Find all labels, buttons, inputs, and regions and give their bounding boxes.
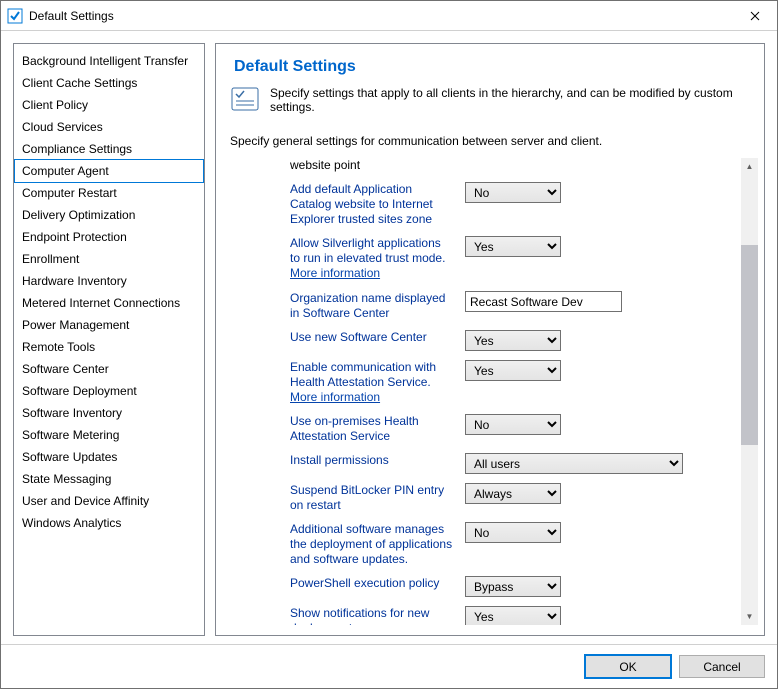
sidebar-item[interactable]: Enrollment [14,248,204,270]
scroll-thumb[interactable] [741,245,758,445]
sidebar-item[interactable]: User and Device Affinity [14,490,204,512]
setting-row: Install permissions All users [290,453,733,474]
dialog-footer: OK Cancel [1,644,777,688]
sidebar-item[interactable]: Client Cache Settings [14,72,204,94]
sidebar-item[interactable]: Client Policy [14,94,204,116]
sidebar-item[interactable]: Software Center [14,358,204,380]
more-info-link[interactable]: More information [290,266,380,280]
setting-label: Suspend BitLocker PIN entry on restart [290,483,465,513]
setting-label: Use new Software Center [290,330,465,345]
setting-row: Suspend BitLocker PIN entry on restart A… [290,483,733,513]
sidebar-item[interactable]: Software Updates [14,446,204,468]
settings-scroll-area: website point Add default Application Ca… [230,158,758,625]
health-attest-dropdown[interactable]: Yes [465,360,561,381]
cancel-button[interactable]: Cancel [679,655,765,678]
sidebar-item[interactable]: Delivery Optimization [14,204,204,226]
scroll-track[interactable] [741,175,758,608]
sidebar-item[interactable]: Hardware Inventory [14,270,204,292]
sidebar-item[interactable]: Compliance Settings [14,138,204,160]
sidebar-item[interactable]: Endpoint Protection [14,226,204,248]
scroll-down-icon[interactable]: ▼ [741,608,758,625]
setting-row: Add default Application Catalog website … [290,182,733,227]
settings-list: website point Add default Application Ca… [230,158,741,625]
section-header: Specify general settings for communicati… [230,134,758,148]
setting-label: Show notifications for new deployments [290,606,465,625]
powershell-policy-dropdown[interactable]: Bypass [465,576,561,597]
sidebar-item[interactable]: Metered Internet Connections [14,292,204,314]
install-permissions-dropdown[interactable]: All users [465,453,683,474]
sidebar-item-computer-agent[interactable]: Computer Agent [14,159,204,183]
sidebar-item[interactable]: Background Intelligent Transfer [14,50,204,72]
dialog-window: Default Settings Background Intelligent … [0,0,778,689]
setting-label: website point [290,158,465,173]
close-button[interactable] [732,1,777,30]
setting-label: Enable communication with Health Attesta… [290,360,465,405]
titlebar: Default Settings [1,1,777,31]
bitlocker-dropdown[interactable]: Always [465,483,561,504]
setting-row: Enable communication with Health Attesta… [290,360,733,405]
sidebar-item[interactable]: Remote Tools [14,336,204,358]
main-panel: Default Settings Specify settings that a… [215,43,765,636]
sidebar-item[interactable]: Cloud Services [14,116,204,138]
add-catalog-dropdown[interactable]: No [465,182,561,203]
scroll-up-icon[interactable]: ▲ [741,158,758,175]
category-sidebar[interactable]: Background Intelligent Transfer Client C… [13,43,205,636]
ok-button[interactable]: OK [585,655,671,678]
additional-sw-dropdown[interactable]: No [465,522,561,543]
setting-label: Additional software manages the deployme… [290,522,465,567]
setting-row: Use on-premises Health Attestation Servi… [290,414,733,444]
silverlight-dropdown[interactable]: Yes [465,236,561,257]
setting-row: Use new Software Center Yes [290,330,733,351]
setting-label: Organization name displayed in Software … [290,291,465,321]
show-notifications-dropdown[interactable]: Yes [465,606,561,625]
setting-row: Organization name displayed in Software … [290,291,733,321]
setting-row: website point [290,158,733,173]
onprem-health-dropdown[interactable]: No [465,414,561,435]
use-new-sc-dropdown[interactable]: Yes [465,330,561,351]
close-icon [750,11,760,21]
setting-label: PowerShell execution policy [290,576,465,591]
window-title: Default Settings [29,9,732,23]
sidebar-item[interactable]: State Messaging [14,468,204,490]
setting-label: Use on-premises Health Attestation Servi… [290,414,465,444]
setting-row: PowerShell execution policy Bypass [290,576,733,597]
org-name-input[interactable] [465,291,622,312]
page-title: Default Settings [234,58,758,76]
description-row: Specify settings that apply to all clien… [230,86,758,114]
setting-label: Allow Silverlight applications to run in… [290,236,465,281]
setting-row: Allow Silverlight applications to run in… [290,236,733,281]
app-icon [7,8,23,24]
setting-row: Show notifications for new deployments Y… [290,606,733,625]
setting-row: Additional software manages the deployme… [290,522,733,567]
setting-label: Add default Application Catalog website … [290,182,465,227]
more-info-link[interactable]: More information [290,390,380,404]
sidebar-item[interactable]: Software Inventory [14,402,204,424]
sidebar-item[interactable]: Windows Analytics [14,512,204,534]
sidebar-item[interactable]: Power Management [14,314,204,336]
vertical-scrollbar[interactable]: ▲ ▼ [741,158,758,625]
sidebar-item[interactable]: Software Deployment [14,380,204,402]
page-description: Specify settings that apply to all clien… [270,86,758,114]
sidebar-item[interactable]: Computer Restart [14,182,204,204]
dialog-body: Background Intelligent Transfer Client C… [1,31,777,644]
checklist-icon [230,86,260,112]
setting-label: Install permissions [290,453,465,468]
sidebar-item[interactable]: Software Metering [14,424,204,446]
